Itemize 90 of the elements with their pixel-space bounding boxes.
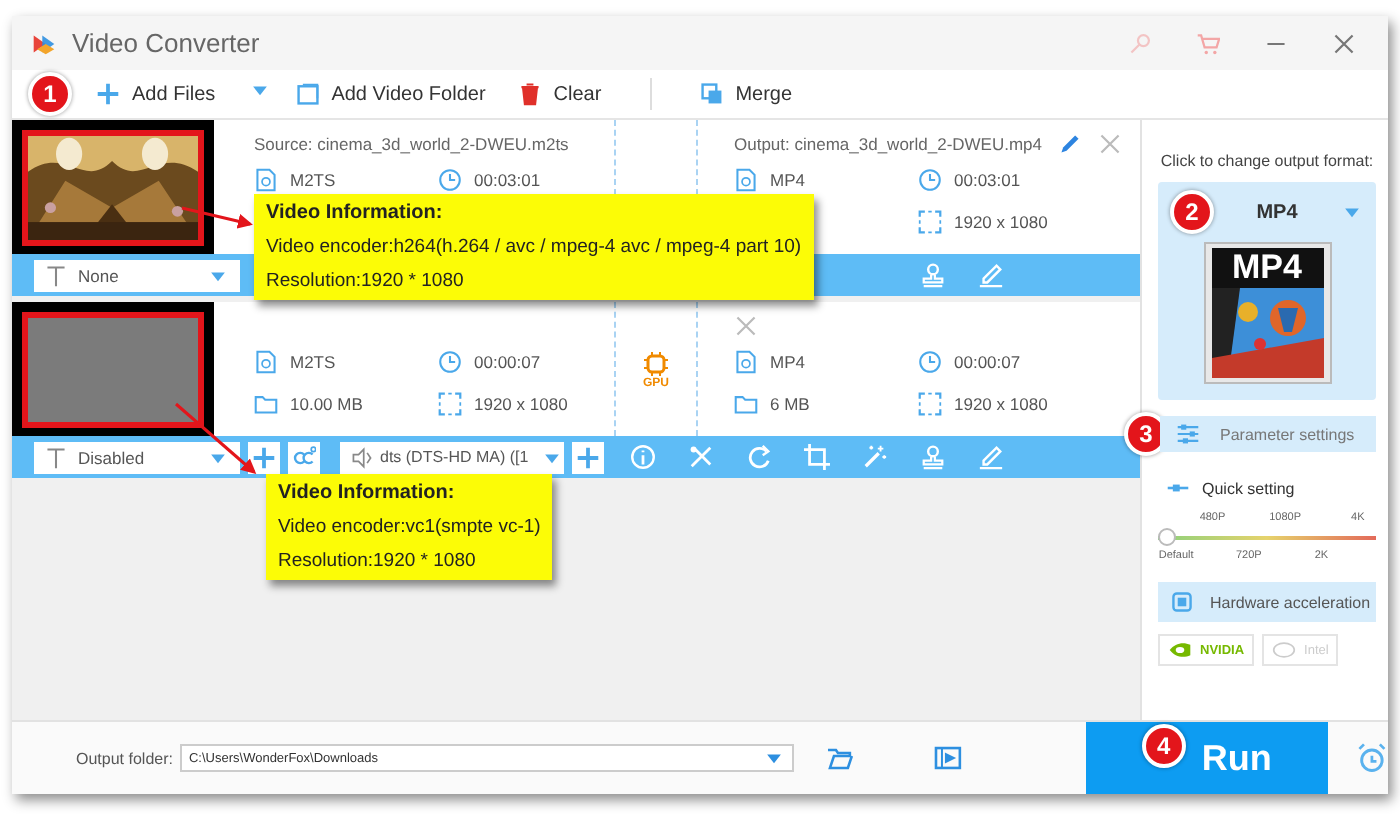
file-icon [254,167,278,191]
subtitle-dropdown[interactable]: Disabled [34,441,240,473]
close-icon[interactable] [1332,31,1356,55]
source-filename: Source: cinema_3d_world_2-DWEU.m2ts [254,133,569,153]
folder-icon[interactable] [825,744,854,772]
tooltip-line: Resolution:1920 * 1080 [266,270,466,292]
file-icon [734,167,758,191]
magic-wand-icon[interactable] [862,444,888,470]
folder-icon [734,391,758,415]
subtitle-search-button[interactable] [288,441,320,473]
output-size: 6 MB [770,393,810,413]
resolution-icon [438,391,462,415]
clock-icon [918,349,942,373]
oval-logo-icon [1272,638,1297,662]
eye-logo-icon [1168,638,1192,662]
clock-icon [438,349,462,373]
speaker-icon [350,445,374,469]
source-resolution: 1920 x 1080 [474,393,568,413]
quick-setting-label: Quick setting [1202,479,1295,497]
callout-arrow [181,206,253,229]
output-folder-label: Output folder: [76,749,173,767]
step-badge: 1 [28,72,72,116]
output-format: MP4 [770,169,805,189]
chip-icon [1170,590,1194,614]
output-resolution: 1920 x 1080 [954,211,1048,231]
cc-icon [292,445,316,469]
source-size: 10.00 MB [290,393,363,413]
add-folder-button[interactable]: Add Video Folder [287,78,494,110]
callout-arrow [175,402,257,474]
edit-icon[interactable] [978,262,1004,288]
parameter-settings-button[interactable]: Parameter settings [1160,416,1376,452]
merge-button[interactable]: Merge [691,78,801,110]
clock-icon [918,167,942,191]
plus-icon [576,445,600,469]
window-title: Video Converter [72,28,262,58]
close-icon[interactable] [1098,131,1123,155]
stamp-icon[interactable] [920,444,946,470]
folder-icon [254,391,278,415]
output-duration: 00:03:01 [954,169,1021,189]
scissors-icon[interactable] [688,444,714,470]
subtitle-dropdown[interactable]: None [34,259,240,291]
sliders-icon [1176,422,1200,446]
add-audio-button[interactable] [572,441,604,473]
resolution-icon [918,209,942,233]
step-badge: 2 [1170,190,1214,234]
tooltip-line: Resolution:1920 * 1080 [278,550,478,572]
folder-icon [295,82,320,106]
source-duration: 00:00:07 [474,351,541,371]
audio-track-dropdown[interactable]: dts (DTS-HD MA) ([1 [340,441,564,473]
source-format: M2TS [290,169,336,189]
trash-icon [517,82,542,106]
tooltip-line: Video encoder:vc1(smpte vc-1) [278,516,541,538]
source-duration: 00:03:01 [474,169,541,189]
video-folder-icon[interactable] [933,744,962,772]
run-button[interactable]: 4 Run [1085,722,1329,794]
add-subtitle-button[interactable] [248,441,280,473]
pencil-icon[interactable] [1058,131,1083,155]
clock-icon [438,167,462,191]
output-duration: 00:00:07 [954,351,1021,371]
clear-button[interactable]: Clear [509,78,610,110]
file-icon [734,349,758,373]
merge-icon [699,82,724,106]
step-badge: 4 [1141,724,1186,768]
resolution-icon [918,391,942,415]
stamp-icon[interactable] [920,262,946,288]
format-icon-label: MP4 [1211,248,1323,288]
output-format: MP4 [770,351,805,371]
plus-icon [96,82,120,106]
format-selector[interactable]: 2 MP4 MP4 [1158,182,1376,400]
cart-icon[interactable] [1196,31,1220,55]
source-format: M2TS [290,351,336,371]
close-icon[interactable] [734,313,758,337]
tooltip-title: Video Information: [266,202,445,224]
info-icon[interactable] [630,444,656,470]
text-icon [44,445,68,469]
file-icon [254,349,278,373]
tooltip-line: Video encoder:h264(h.264 / avc / mpeg-4 avc / mpeg-4 part 10) [266,236,802,258]
crop-icon[interactable] [804,444,830,470]
rotate-icon[interactable] [746,444,772,470]
output-filename: Output: cinema_3d_world_2-DWEU.mp4 [734,133,1043,153]
text-icon [44,263,68,287]
tooltip-title: Video Information: [278,482,457,504]
add-files-button[interactable]: Add Files [88,78,224,110]
plus-icon [252,445,276,469]
alarm-clock-icon[interactable] [1356,742,1388,774]
hardware-acceleration-toggle[interactable]: Hardware acceleration [1158,582,1376,622]
format-hint: Click to change output format: [1158,152,1376,170]
output-resolution: 1920 x 1080 [954,393,1048,413]
edit-icon[interactable] [978,444,1004,470]
app-logo-icon [32,31,56,55]
